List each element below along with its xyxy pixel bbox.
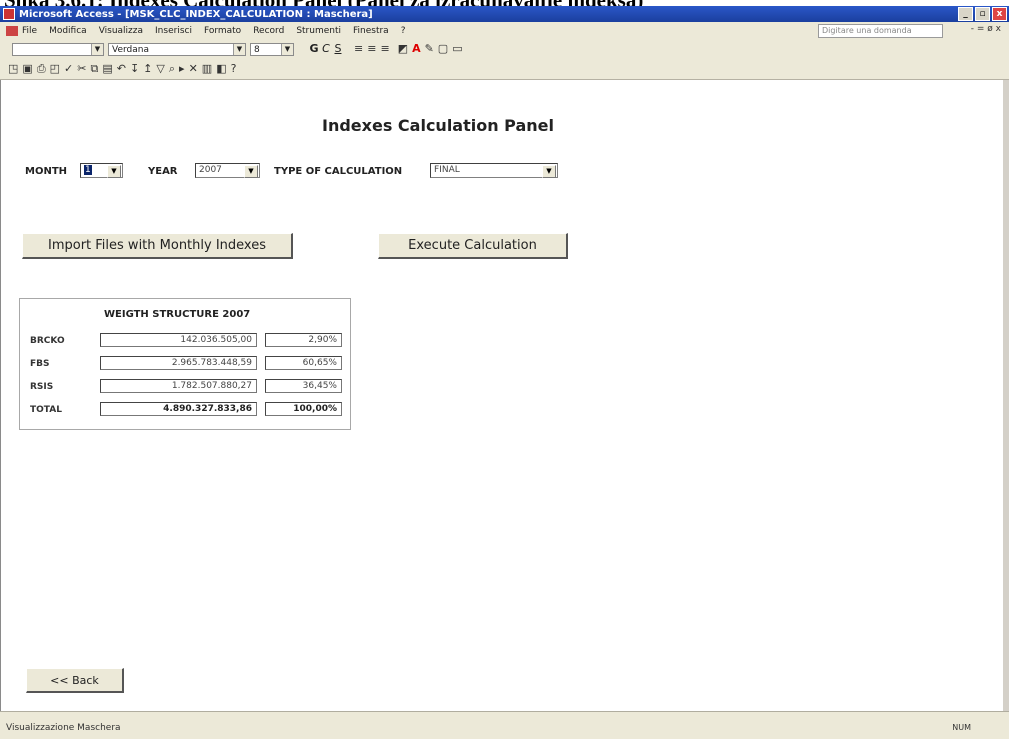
font-color-icon[interactable]: A [412,42,421,56]
weight-structure-title: WEIGTH STRUCTURE 2007 [104,309,251,320]
delete-record-icon[interactable]: ✕ [189,62,198,76]
vertical-scrollbar[interactable] [1003,80,1009,711]
rsis-pct-field[interactable]: 36,45% [265,379,342,393]
undo-icon[interactable]: ↶ [117,62,126,76]
menu-formato[interactable]: Formato [204,26,241,36]
brcko-pct-field[interactable]: 2,90% [265,333,342,347]
year-select[interactable]: 2007 ▼ [195,163,260,178]
month-value: 1 [84,165,92,175]
menu-bar: File Modifica Visualizza Inserisci Forma… [0,22,1009,39]
form-icon [6,25,18,36]
chevron-down-icon: ▼ [281,43,293,55]
print-preview-icon[interactable]: ◰ [50,62,60,76]
help-question-input[interactable]: Digitare una domanda [818,24,943,38]
size-combo-value: 8 [254,44,260,55]
document-window-controls[interactable]: - = ø x [971,24,1001,34]
menu-strumenti[interactable]: Strumenti [296,26,341,36]
save-icon[interactable]: ▣ [22,62,32,76]
font-combo[interactable]: Verdana ▼ [108,42,246,56]
execute-calculation-button[interactable]: Execute Calculation [378,233,568,259]
total-value-field[interactable]: 4.890.327.833,86 [100,402,257,416]
back-button[interactable]: << Back [26,668,124,693]
bold-button[interactable]: G [308,42,320,56]
help-icon[interactable]: ? [231,62,237,76]
fbs-value-field[interactable]: 2.965.783.448,59 [100,356,257,370]
month-label: MONTH [25,166,68,177]
close-button[interactable]: x [992,7,1007,21]
size-combo[interactable]: 8 ▼ [250,42,294,56]
fbs-pct-field[interactable]: 60,65% [265,356,342,370]
line-color-icon[interactable]: ✎ [425,42,434,56]
window-title: Microsoft Access - [MSK_CLC_INDEX_CALCUL… [19,8,373,20]
total-pct-field[interactable]: 100,00% [265,402,342,416]
menu-help[interactable]: ? [401,26,406,36]
form-view-toolbar: ◳ ▣ ⎙ ◰ ✓ ✂ ⧉ ▤ ↶ ↧ ↥ ▽ ⌕ ▸ ✕ ▥ ◧ ? [0,59,1009,80]
print-icon[interactable]: ⎙ [37,62,46,76]
window-titlebar: Microsoft Access - [MSK_CLC_INDEX_CALCUL… [0,6,1009,22]
paste-icon[interactable]: ▤ [102,62,112,76]
chevron-down-icon: ▼ [244,165,258,178]
page-title: Indexes Calculation Panel [322,116,554,135]
italic-button[interactable]: C [320,42,332,56]
num-lock-indicator: NUM [952,723,971,732]
formatting-toolbar: ▼ Verdana ▼ 8 ▼ G C S ≡ ≡ ≡ ◩ A ✎ ▢ ▭ [0,39,1009,59]
filter-icon[interactable]: ▽ [156,62,164,76]
align-center-icon[interactable]: ≡ [367,42,376,56]
database-window-icon[interactable]: ▥ [202,62,212,76]
chevron-down-icon: ▼ [233,43,245,55]
special-effect-icon[interactable]: ▭ [452,42,462,56]
menu-inserisci[interactable]: Inserisci [155,26,192,36]
import-files-button[interactable]: Import Files with Monthly Indexes [22,233,293,259]
menu-file[interactable]: File [22,26,37,36]
copy-icon[interactable]: ⧉ [90,62,98,76]
chevron-down-icon: ▼ [542,165,556,178]
view-icon[interactable]: ◳ [8,62,18,76]
new-record-icon[interactable]: ▸ [179,62,185,76]
rsis-value-field[interactable]: 1.782.507.880,27 [100,379,257,393]
sort-asc-icon[interactable]: ↧ [130,62,139,76]
underline-button[interactable]: S [332,42,344,56]
cut-icon[interactable]: ✂ [77,62,86,76]
restore-button[interactable]: ▫ [975,7,990,21]
border-icon[interactable]: ▢ [438,42,448,56]
align-left-icon[interactable]: ≡ [354,42,363,56]
menu-record[interactable]: Record [253,26,284,36]
menu-modifica[interactable]: Modifica [49,26,87,36]
align-right-icon[interactable]: ≡ [380,42,389,56]
calc-type-select[interactable]: FINAL ▼ [430,163,558,178]
find-icon[interactable]: ⌕ [169,62,175,76]
chevron-down-icon: ▼ [107,165,121,178]
status-text: Visualizzazione Maschera [6,723,121,733]
fill-color-icon[interactable]: ◩ [398,42,408,56]
calc-type-label: TYPE OF CALCULATION [274,166,403,177]
minimize-button[interactable]: _ [958,7,973,21]
object-combo[interactable]: ▼ [12,42,104,56]
menu-visualizza[interactable]: Visualizza [99,26,143,36]
spelling-icon[interactable]: ✓ [64,62,73,76]
sort-desc-icon[interactable]: ↥ [143,62,152,76]
status-bar: Visualizzazione Maschera NUM [0,711,1009,739]
row-label-fbs: FBS [30,359,50,369]
row-label-brcko: BRCKO [30,336,65,346]
row-label-total: TOTAL [30,405,62,415]
year-label: YEAR [148,166,178,177]
year-value: 2007 [199,165,222,175]
access-app-icon [3,8,15,20]
calc-type-value: FINAL [434,165,460,175]
menu-finestra[interactable]: Finestra [353,26,389,36]
brcko-value-field[interactable]: 142.036.505,00 [100,333,257,347]
new-object-icon[interactable]: ◧ [216,62,226,76]
month-select[interactable]: 1 ▼ [80,163,123,178]
row-label-rsis: RSIS [30,382,54,392]
font-combo-value: Verdana [112,44,149,55]
chevron-down-icon: ▼ [91,43,103,55]
